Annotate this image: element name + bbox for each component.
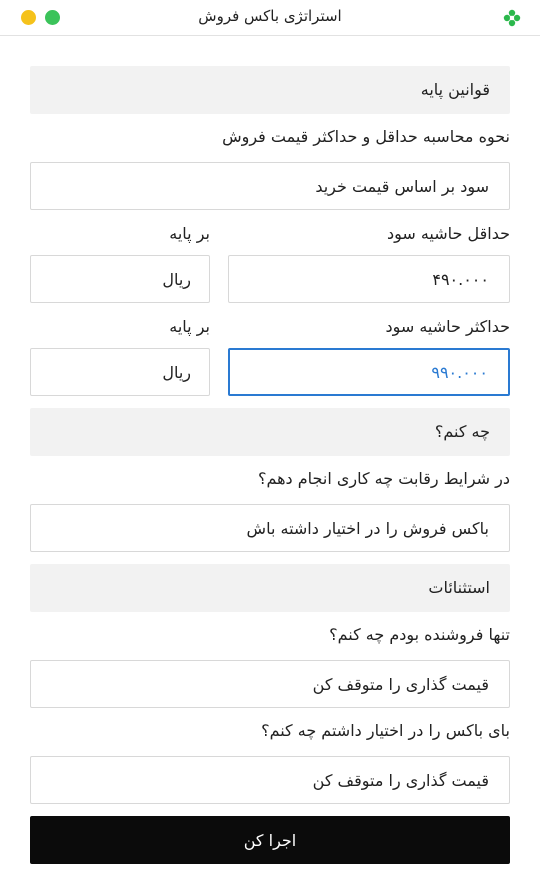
only-seller-select[interactable]: قیمت گذاری را متوقف کن <box>30 660 510 708</box>
min-margin-unit-value: ریال <box>162 269 191 289</box>
max-margin-unit-label: بر پایه <box>169 317 210 336</box>
only-seller-value: قیمت گذاری را متوقف کن <box>312 674 489 694</box>
min-margin-value: ۴۹۰.۰۰۰ <box>432 269 489 289</box>
pricing-method-label: نحوه محاسبه حداقل و حداکثر قیمت فروش <box>222 127 510 146</box>
min-margin-unit-label: بر پایه <box>169 224 210 243</box>
only-seller-label: تنها فروشنده بودم چه کنم؟ <box>329 625 510 644</box>
pricing-method-value: سود بر اساس قیمت خرید <box>315 176 489 196</box>
buy-box-select[interactable]: قیمت گذاری را متوقف کن <box>30 756 510 804</box>
section-exceptions: استثنائات <box>30 564 510 612</box>
competition-value: باکس فروش را در اختیار داشته باش <box>246 518 489 538</box>
min-margin-unit-select[interactable]: ریال <box>30 255 210 303</box>
max-margin-unit-select[interactable]: ریال <box>30 348 210 396</box>
pricing-method-select[interactable]: سود بر اساس قیمت خرید <box>30 162 510 210</box>
section-base-rules: قوانین پایه <box>30 66 510 114</box>
competition-label: در شرایط رقابت چه کاری انجام دهم؟ <box>257 469 510 488</box>
buy-box-value: قیمت گذاری را متوقف کن <box>312 770 489 790</box>
max-margin-label: حداکثر حاشیه سود <box>385 317 510 336</box>
max-margin-unit-value: ریال <box>162 362 191 382</box>
section-what-to-do: چه کنم؟ <box>30 408 510 456</box>
window-title: استراتژی باکس فروش <box>198 7 342 25</box>
title-bar: استراتژی باکس فروش <box>0 0 540 36</box>
run-button[interactable]: اجرا کن <box>30 816 510 864</box>
min-margin-input[interactable]: ۴۹۰.۰۰۰ <box>228 255 510 303</box>
max-margin-value: ۹۹۰.۰۰۰ <box>431 362 488 382</box>
min-margin-label: حداقل حاشیه سود <box>386 224 510 243</box>
buy-box-label: بای باکس را در اختیار داشتم چه کنم؟ <box>261 721 510 740</box>
max-margin-input[interactable]: ۹۹۰.۰۰۰ <box>228 348 510 396</box>
competition-select[interactable]: باکس فروش را در اختیار داشته باش <box>30 504 510 552</box>
app-logo-icon <box>503 9 521 27</box>
